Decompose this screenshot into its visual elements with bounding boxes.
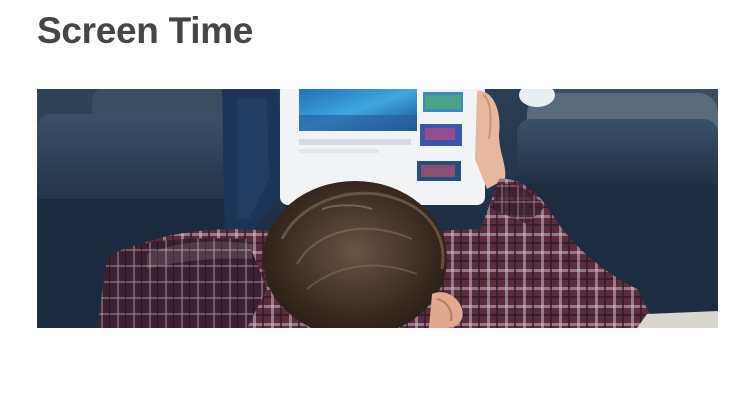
page-title: Screen Time [37,10,254,51]
hero-image [37,89,718,328]
hero-photo-illustration [37,89,718,328]
